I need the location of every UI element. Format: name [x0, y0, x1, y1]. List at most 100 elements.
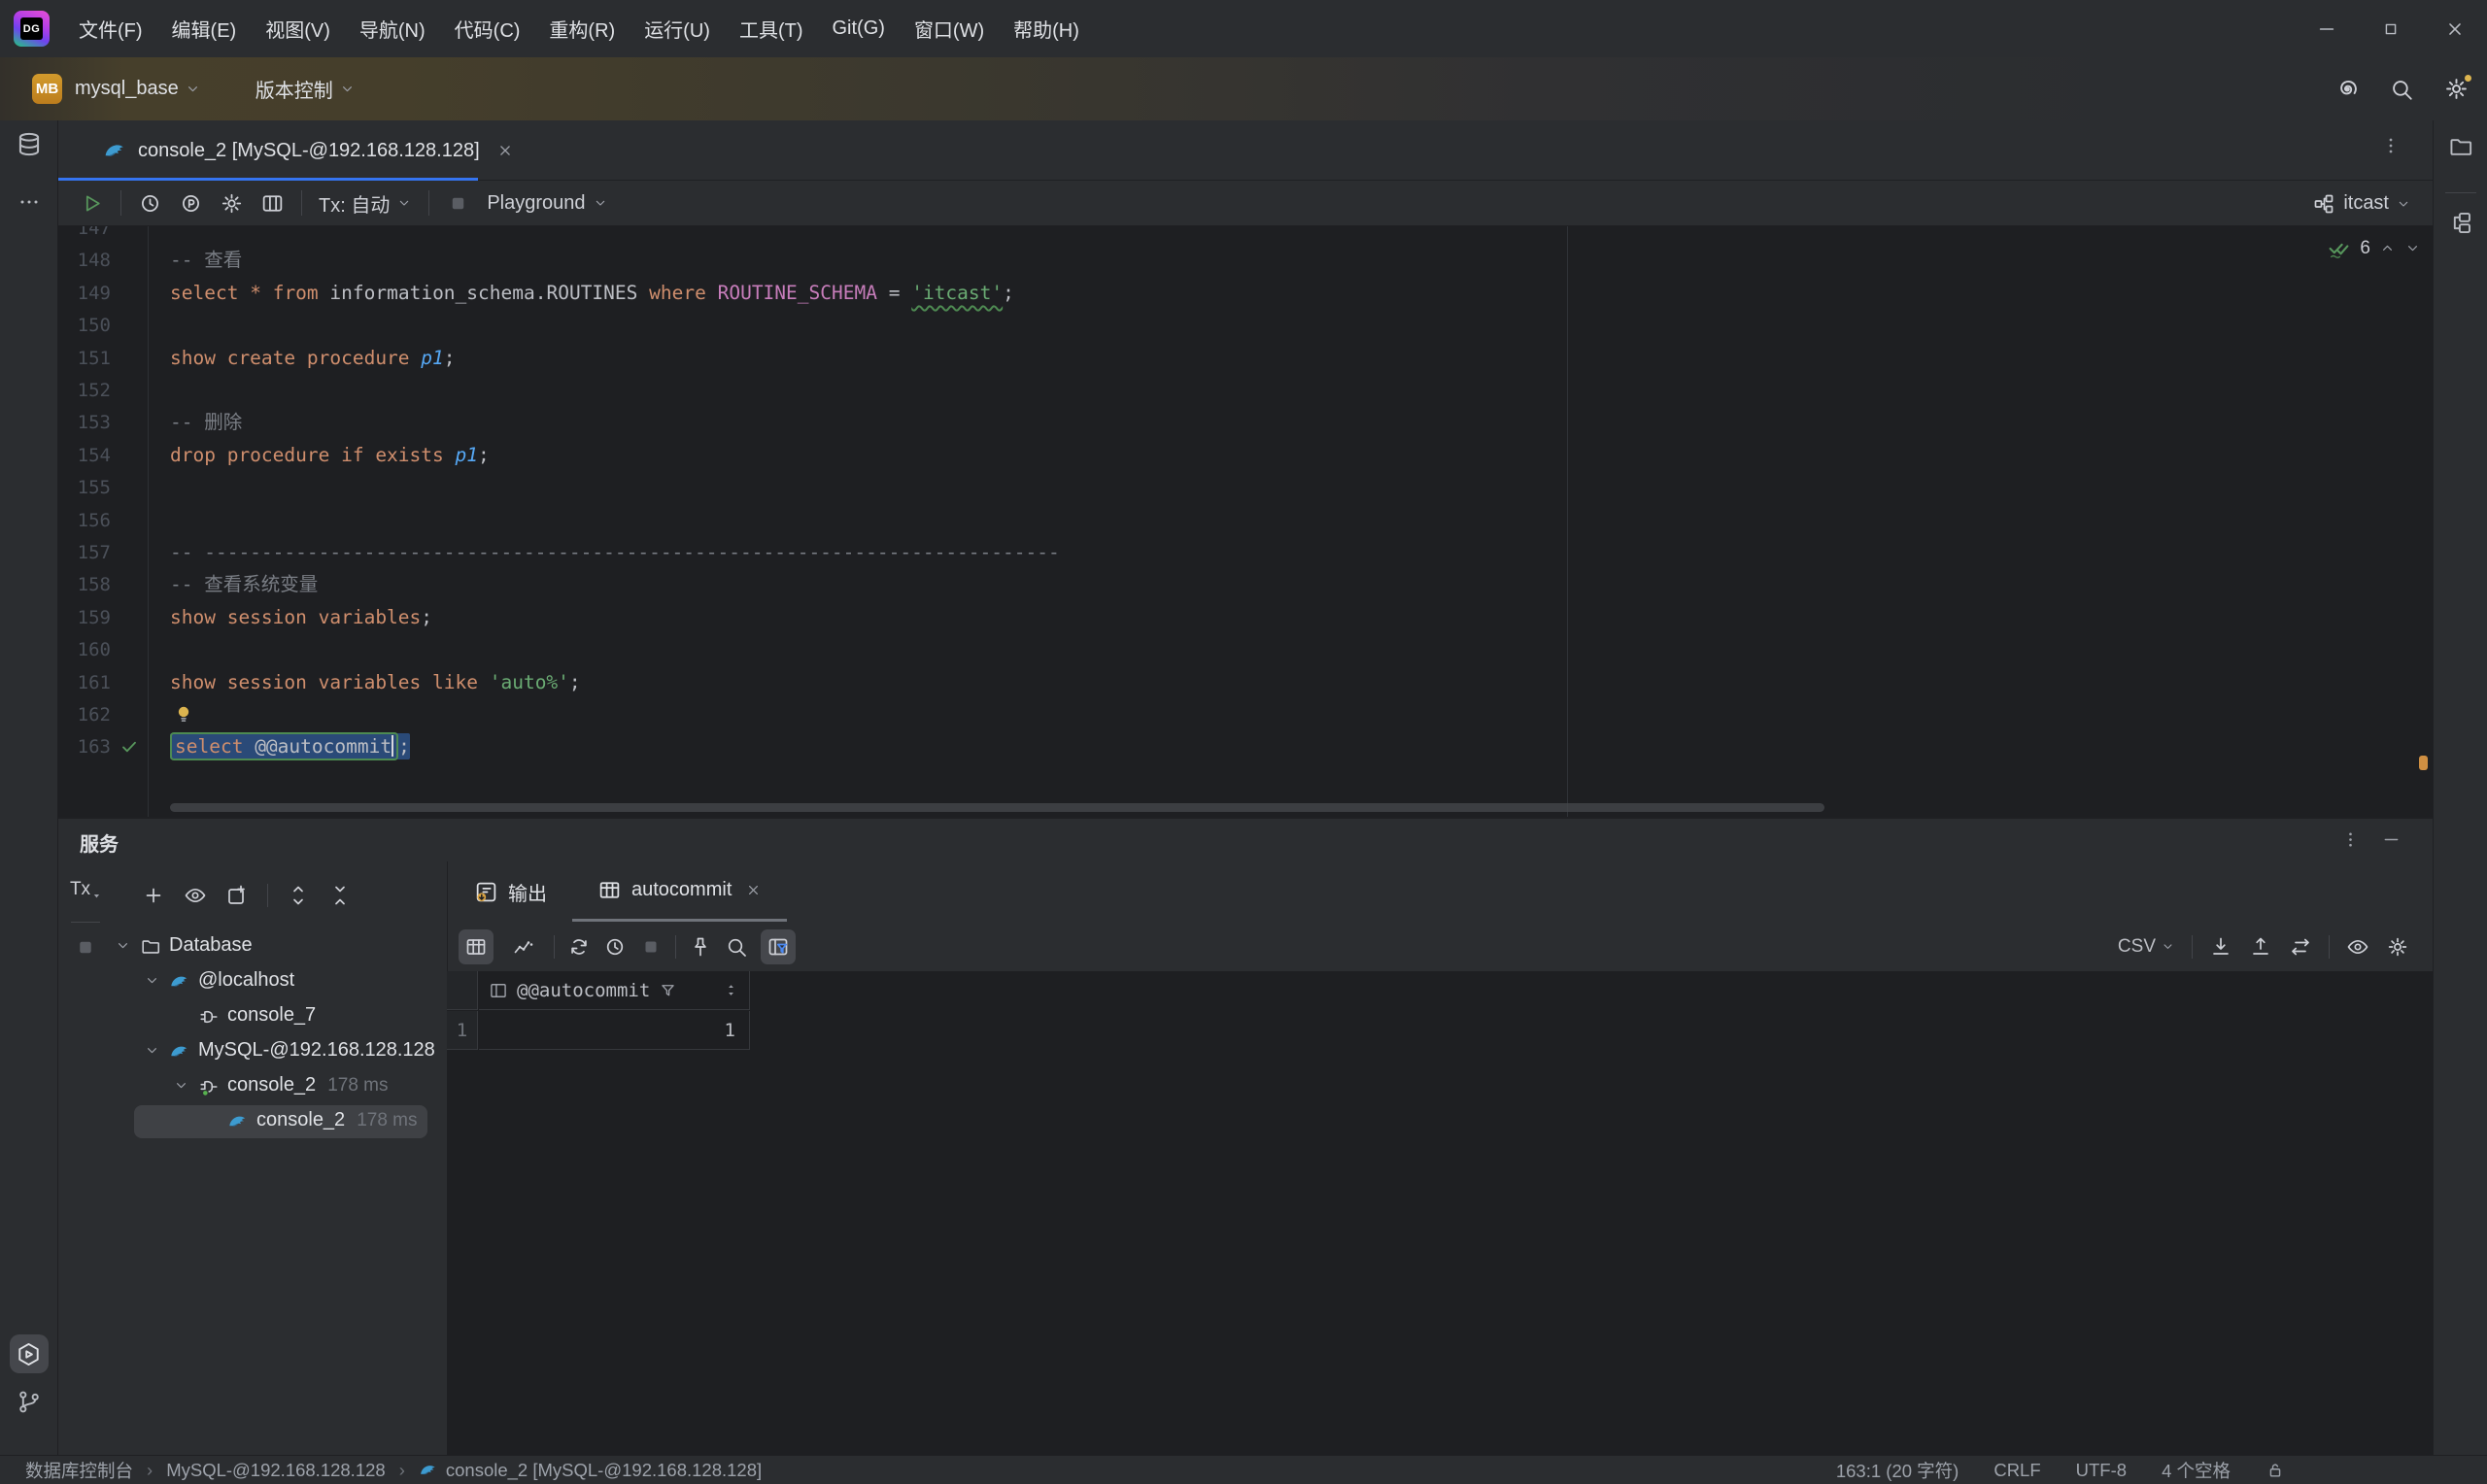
tab-output[interactable]: 输出: [449, 861, 572, 922]
tx-mode-selector[interactable]: Tx: 自动: [319, 189, 412, 218]
table-cell-value[interactable]: 1: [479, 1011, 750, 1050]
playground-selector[interactable]: Playground: [487, 192, 607, 215]
tree-item-MySQL-@192.168.128.128[interactable]: MySQL-@192.168.128.128: [113, 1034, 447, 1069]
status-right-widgets: 163:1 (20 字符) CRLF UTF-8 4 个空格: [1836, 1458, 2487, 1483]
line-number: 151: [58, 342, 111, 375]
intention-bulb-icon[interactable]: [172, 702, 195, 725]
inspections-ok-icon: [2327, 236, 2351, 260]
open-console-icon[interactable]: [225, 884, 249, 907]
chevron-down-icon[interactable]: [144, 1042, 160, 1059]
menu-item-6[interactable]: 运行(U): [630, 15, 725, 43]
structure-toolwindow-button[interactable]: [2447, 210, 2473, 236]
export-format-selector[interactable]: CSV: [2118, 936, 2175, 958]
view-options-eye-icon[interactable]: [184, 884, 207, 907]
query-history-icon[interactable]: [603, 935, 627, 959]
settings-button[interactable]: [2443, 76, 2470, 102]
chart-view-button[interactable]: [506, 929, 541, 964]
tree-item-console_2[interactable]: console_2178 ms: [113, 1069, 447, 1104]
profiler-icon[interactable]: [179, 191, 203, 216]
project-files-button[interactable]: [2447, 134, 2473, 160]
prev-problem-icon[interactable]: [2379, 240, 2396, 256]
run-button[interactable]: [80, 191, 104, 216]
next-problem-icon[interactable]: [2404, 240, 2421, 256]
grid-view-button[interactable]: [459, 929, 494, 964]
menu-item-9[interactable]: 窗口(W): [900, 15, 999, 43]
close-button[interactable]: [2423, 0, 2487, 57]
editor-tab-label: console_2 [MySQL-@192.168.128.128]: [138, 140, 480, 162]
tree-item-console_7[interactable]: console_7: [113, 999, 447, 1034]
editor-tab-console2[interactable]: console_2 [MySQL-@192.168.128.128]: [58, 120, 478, 181]
code-line-160: 160: [58, 633, 2433, 666]
indent-widget[interactable]: 4 个空格: [2162, 1458, 2231, 1483]
tree-item-Database[interactable]: Database: [113, 929, 447, 964]
layout-icon[interactable]: [260, 191, 285, 216]
database-toolwindow-button[interactable]: [15, 130, 43, 158]
code-text: select * from information_schema.ROUTINE…: [170, 277, 1014, 310]
menu-item-0[interactable]: 文件(F): [64, 15, 157, 43]
menu-item-4[interactable]: 代码(C): [440, 15, 535, 43]
menu-item-2[interactable]: 视图(V): [251, 15, 345, 43]
menu-item-8[interactable]: Git(G): [818, 17, 900, 40]
git-toolwindow-button[interactable]: [16, 1389, 42, 1415]
sort-icon[interactable]: [723, 982, 739, 998]
results-area: 输出 autocommit: [447, 861, 2433, 1457]
import-upload-icon[interactable]: [2249, 935, 2272, 959]
console-settings-gear-icon[interactable]: [220, 191, 244, 216]
column-header[interactable]: @@autocommit: [479, 971, 750, 1010]
view-options-eye-icon[interactable]: [2346, 935, 2369, 959]
code-text: show session variables;: [170, 601, 432, 634]
chevron-down-icon[interactable]: [144, 972, 160, 989]
inspections-widget[interactable]: 6: [2327, 236, 2421, 260]
tx-toggle[interactable]: Tx: [70, 879, 101, 900]
error-stripe-warning-mark[interactable]: [2419, 756, 2428, 770]
minimize-button[interactable]: [2295, 0, 2359, 57]
chevron-down-icon[interactable]: [115, 937, 131, 954]
tab-options-kebab-icon[interactable]: [2380, 135, 2402, 156]
encoding-widget[interactable]: UTF-8: [2076, 1460, 2127, 1481]
breadcrumb-item[interactable]: MySQL-@192.168.128.128: [166, 1460, 386, 1481]
code-editor[interactable]: 147148-- 查看149select * from information_…: [58, 226, 2433, 817]
caret-position-widget[interactable]: 163:1 (20 字符): [1836, 1458, 1959, 1483]
more-toolwindows-button[interactable]: [17, 190, 41, 214]
pin-tab-icon[interactable]: [689, 935, 712, 959]
hide-panel-icon[interactable]: [2381, 829, 2402, 850]
expand-all-icon[interactable]: [287, 884, 310, 907]
ai-assistant-icon[interactable]: [2334, 76, 2360, 102]
horizontal-scrollbar[interactable]: [170, 803, 1824, 812]
unlocked-icon[interactable]: [2266, 1461, 2285, 1480]
tree-item-label: @localhost: [198, 969, 294, 992]
breadcrumb-item[interactable]: 数据库控制台: [25, 1458, 133, 1483]
export-download-icon[interactable]: [2209, 935, 2232, 959]
chevron-down-icon[interactable]: [173, 1077, 189, 1094]
project-selector[interactable]: mysql_base: [75, 78, 179, 100]
grid-settings-gear-icon[interactable]: [2386, 935, 2409, 959]
menu-item-3[interactable]: 导航(N): [345, 15, 440, 43]
line-ending-widget[interactable]: CRLF: [1993, 1460, 2040, 1481]
add-icon[interactable]: [142, 884, 165, 907]
menu-item-1[interactable]: 编辑(E): [157, 15, 252, 43]
maximize-button[interactable]: [2359, 0, 2423, 57]
tree-item-@localhost[interactable]: @localhost: [113, 964, 447, 999]
compare-icon[interactable]: [2289, 935, 2312, 959]
schema-switcher[interactable]: itcast: [2312, 181, 2411, 226]
tab-close-icon[interactable]: [745, 882, 762, 898]
tree-item-console_2[interactable]: console_2178 ms: [113, 1104, 447, 1139]
services-body: Tx Database @localhost console_7MySQL-@192…: [58, 861, 2433, 1457]
code-text: show session variables like 'auto%';: [170, 666, 581, 699]
panel-options-kebab-icon[interactable]: [2340, 829, 2361, 850]
collapse-all-icon[interactable]: [328, 884, 352, 907]
menu-item-10[interactable]: 帮助(H): [999, 15, 1094, 43]
tab-autocommit[interactable]: autocommit: [572, 861, 787, 922]
refresh-icon[interactable]: [567, 935, 591, 959]
search-everywhere-icon[interactable]: [2389, 77, 2414, 102]
find-in-grid-icon[interactable]: [725, 935, 748, 959]
menu-item-5[interactable]: 重构(R): [534, 15, 630, 43]
tab-close-icon[interactable]: [496, 142, 514, 159]
vcs-widget[interactable]: 版本控制: [256, 75, 333, 103]
history-icon[interactable]: [138, 191, 162, 216]
services-toolwindow-button[interactable]: [10, 1334, 49, 1373]
menu-item-7[interactable]: 工具(T): [725, 15, 818, 43]
filter-panel-button[interactable]: [761, 929, 796, 964]
breadcrumb-item[interactable]: console_2 [MySQL-@192.168.128.128]: [419, 1460, 762, 1481]
filter-funnel-icon[interactable]: [659, 981, 677, 999]
